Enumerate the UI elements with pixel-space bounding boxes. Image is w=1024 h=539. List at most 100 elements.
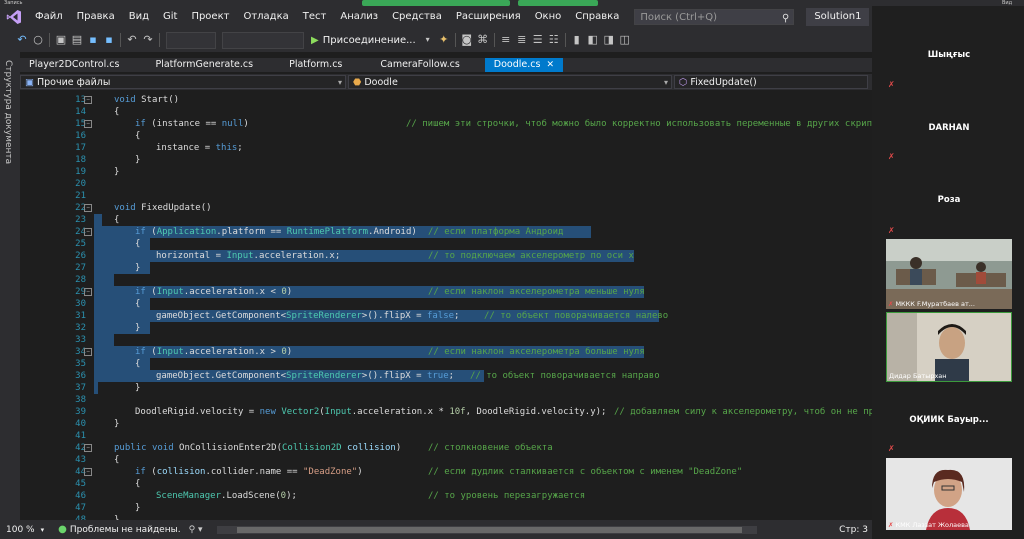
code-line[interactable]: 29− if (Input.acceleration.x < 0) // если … — [20, 286, 872, 298]
code-line[interactable]: 47} — [20, 502, 872, 514]
menu-extensions[interactable]: Расширения — [449, 6, 528, 28]
bookmark-icon[interactable]: ▮ — [569, 28, 585, 52]
menu-project[interactable]: Проект — [184, 6, 236, 28]
comment-icon[interactable]: ☰ — [530, 28, 546, 52]
code-line[interactable]: 18} — [20, 154, 872, 166]
fold-toggle-icon[interactable]: − — [84, 228, 92, 236]
platform-select[interactable] — [222, 31, 304, 49]
menu-window[interactable]: Окно — [528, 6, 569, 28]
code-line[interactable]: 33 — [20, 334, 872, 346]
code-line[interactable]: 17 instance = this; — [20, 142, 872, 154]
code-line[interactable]: 36 gameObject.GetComponent<SpriteRenderer… — [20, 370, 872, 382]
format-icon[interactable]: ⌘ — [475, 28, 491, 52]
tab-platformgenerate[interactable]: PlatformGenerate.cs — [146, 58, 262, 72]
code-line[interactable]: 20 — [20, 178, 872, 190]
code-line[interactable]: 13− void Start() — [20, 94, 872, 106]
code-line[interactable]: 14 { — [20, 106, 872, 118]
code-line[interactable]: 43 { — [20, 454, 872, 466]
code-line[interactable]: 15− if (instance == null) // пишем эти стр… — [20, 118, 872, 130]
open-folder-icon[interactable]: ▤ — [69, 28, 85, 52]
attach-button[interactable]: Присоединение... — [319, 35, 420, 46]
tab-player2dcontrol[interactable]: Player2DControl.cs — [20, 58, 128, 72]
search-icon[interactable]: ⚲ — [782, 11, 789, 27]
participant-video[interactable]: ✗ МККК F.Муратбаев ат... — [886, 239, 1012, 309]
participant-video-active[interactable]: Дидар Батырхан — [886, 312, 1012, 382]
horizontal-scrollbar[interactable] — [216, 525, 757, 534]
git-icon[interactable]: ⚲ ▾ — [189, 525, 203, 535]
dropdown-icon[interactable]: ▾ — [420, 28, 436, 52]
uncomment-icon[interactable]: ☷ — [546, 28, 562, 52]
solution-name[interactable]: Solution1 — [806, 8, 870, 26]
code-line[interactable]: 16 { — [20, 130, 872, 142]
search-input[interactable]: Поиск (Ctrl+Q) ⚲ — [634, 9, 795, 27]
fold-toggle-icon[interactable]: − — [84, 204, 92, 212]
menu-file[interactable]: Файл — [28, 6, 70, 28]
code-line[interactable]: 31 gameObject.GetComponent<SpriteRenderer… — [20, 310, 872, 322]
code-line[interactable]: 46 SceneManager.LoadScene(0); // то уровен… — [20, 490, 872, 502]
menu-debug[interactable]: Отладка — [236, 6, 295, 28]
menu-test[interactable]: Тест — [296, 6, 334, 28]
code-line[interactable]: 19} — [20, 166, 872, 178]
code-line[interactable]: 40} — [20, 418, 872, 430]
tab-platform[interactable]: Platform.cs — [280, 58, 351, 72]
code-line[interactable]: 44− if (collision.collider.name == "DeadZ… — [20, 466, 872, 478]
save-icon[interactable]: ▪ — [85, 28, 101, 52]
participant-video[interactable]: ✗ КМК Лаззат Жолаева — [886, 458, 1012, 530]
code-line[interactable]: 28 — [20, 274, 872, 286]
fold-toggle-icon[interactable]: − — [84, 468, 92, 476]
menu-help[interactable]: Справка — [568, 6, 626, 28]
code-line[interactable]: 37} — [20, 382, 872, 394]
code-line[interactable]: 25 { — [20, 238, 872, 250]
code-line[interactable]: 23 { — [20, 214, 872, 226]
menu-git[interactable]: Git — [156, 6, 184, 28]
code-line[interactable]: 27} — [20, 262, 872, 274]
member-dropdown[interactable]: ⬡ FixedUpdate() — [674, 75, 868, 89]
code-line[interactable]: 42− public void OnCollisionEnter2D(Collis… — [20, 442, 872, 454]
code-line[interactable]: 30 { — [20, 298, 872, 310]
hot-reload-icon[interactable]: ✦ — [436, 28, 452, 52]
chevron-down-icon[interactable]: ▾ — [41, 526, 45, 534]
configuration-select[interactable] — [166, 31, 216, 49]
tab-doodle[interactable]: Doodle.cs ✕ — [484, 58, 563, 72]
prev-bookmark-icon[interactable]: ◧ — [585, 28, 601, 52]
visual-studio-logo-icon[interactable] — [0, 6, 28, 28]
camera-icon[interactable]: ◙ — [459, 28, 475, 52]
code-line[interactable]: 34− if (Input.acceleration.x > 0) // если … — [20, 346, 872, 358]
zoom-level[interactable]: 100 % — [0, 525, 41, 535]
tab-camerafollow[interactable]: CameraFollow.cs — [371, 58, 468, 72]
scrollbar-thumb[interactable] — [236, 526, 742, 533]
save-all-icon[interactable]: ▪ — [101, 28, 117, 52]
start-icon[interactable]: ▶ — [311, 35, 319, 46]
fold-toggle-icon[interactable]: − — [84, 348, 92, 356]
project-dropdown[interactable]: ▣ Прочие файлы ▾ — [20, 75, 346, 89]
redo-icon[interactable]: ↷ — [140, 28, 156, 52]
code-editor[interactable]: 13− void Start() 14{15− if (instance == nul… — [20, 90, 872, 520]
menu-edit[interactable]: Правка — [70, 6, 122, 28]
indent-icon[interactable]: ≡ — [498, 28, 514, 52]
code-line[interactable]: 26 horizontal = Input.acceleration.x; // т… — [20, 250, 872, 262]
fold-toggle-icon[interactable]: − — [84, 444, 92, 452]
clear-bookmarks-icon[interactable]: ◫ — [617, 28, 633, 52]
code-line[interactable]: 32} — [20, 322, 872, 334]
document-outline-sidebar[interactable]: Структура документа — [0, 52, 20, 522]
code-line[interactable]: 45 { — [20, 478, 872, 490]
code-line[interactable]: 39 DoodleRigid.velocity = new Vector2(Inp… — [20, 406, 872, 418]
undo-icon[interactable]: ↶ — [124, 28, 140, 52]
code-line[interactable]: 21 — [20, 190, 872, 202]
outdent-icon[interactable]: ≣ — [514, 28, 530, 52]
code-line[interactable]: 24− if (Application.platform == RuntimePl… — [20, 226, 872, 238]
code-line[interactable]: 38 — [20, 394, 872, 406]
code-line[interactable]: 35 { — [20, 358, 872, 370]
code-line[interactable]: 41 — [20, 430, 872, 442]
code-line[interactable]: 22− void FixedUpdate() — [20, 202, 872, 214]
close-tab-icon[interactable]: ✕ — [546, 60, 554, 70]
fold-toggle-icon[interactable]: − — [84, 120, 92, 128]
forward-icon[interactable]: ○ — [30, 28, 46, 52]
menu-view[interactable]: Вид — [122, 6, 156, 28]
menu-tools[interactable]: Средства — [385, 6, 449, 28]
document-outline-label[interactable]: Структура документа — [3, 60, 13, 164]
new-project-icon[interactable]: ▣ — [53, 28, 69, 52]
problems-status[interactable]: Проблемы не найдены. — [70, 525, 181, 535]
fold-toggle-icon[interactable]: − — [84, 288, 92, 296]
next-bookmark-icon[interactable]: ◨ — [601, 28, 617, 52]
